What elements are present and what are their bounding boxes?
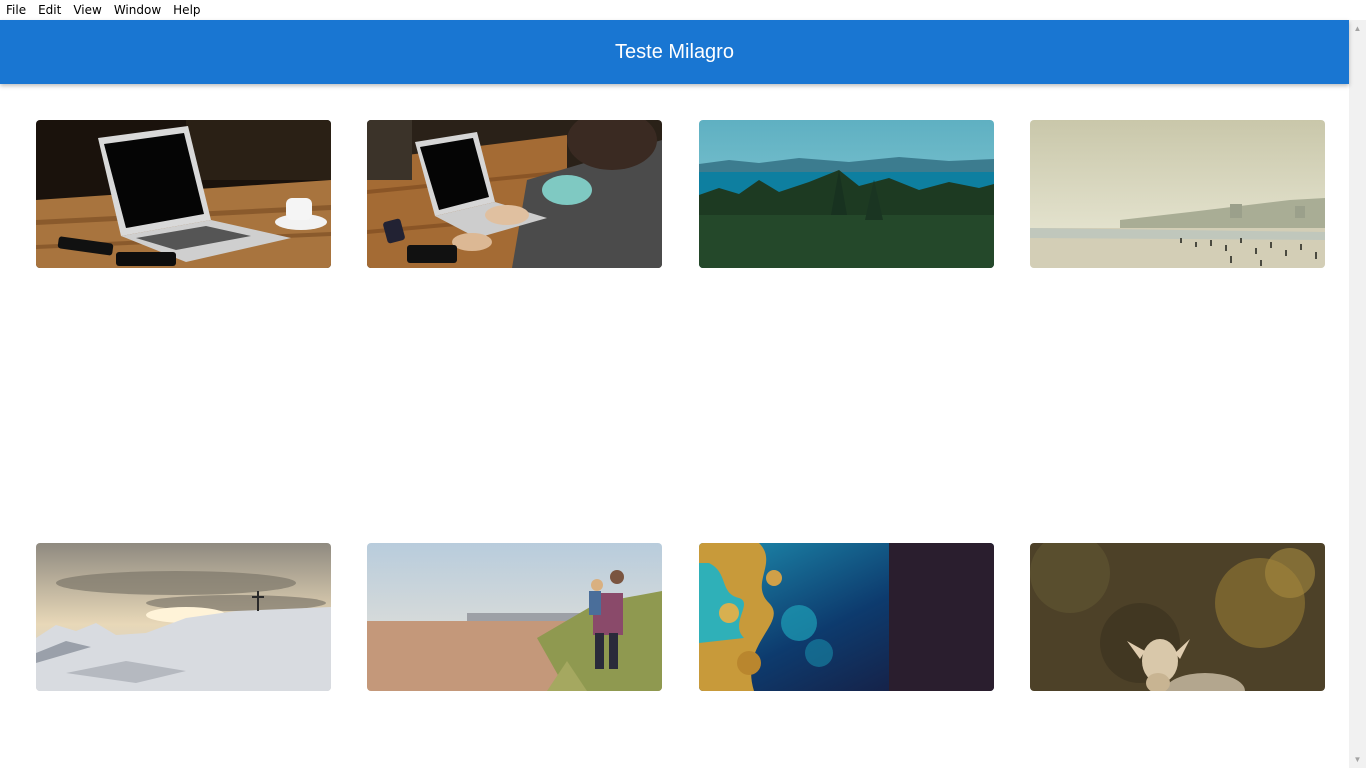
gallery-image-forest-sea[interactable]	[699, 120, 994, 268]
gallery-image-snowy-cross[interactable]	[36, 543, 331, 691]
gallery-image-hazy-beach[interactable]	[1030, 120, 1325, 268]
menu-view[interactable]: View	[67, 0, 107, 20]
fawn-image	[1030, 543, 1325, 691]
scroll-up-icon[interactable]: ▲	[1349, 20, 1366, 37]
person-laptop-image	[367, 120, 662, 268]
menu-file[interactable]: File	[0, 0, 32, 20]
menu-edit[interactable]: Edit	[32, 0, 67, 20]
page-title: Teste Milagro	[615, 40, 734, 63]
gallery-image-fawn[interactable]	[1030, 543, 1325, 691]
man-child-beach-image	[367, 543, 662, 691]
menu-window[interactable]: Window	[108, 0, 167, 20]
gallery-image-laptop-coffee[interactable]	[36, 120, 331, 268]
app-header: Teste Milagro	[0, 20, 1349, 84]
scroll-down-icon[interactable]: ▼	[1349, 751, 1366, 768]
vertical-scrollbar[interactable]: ▲ ▼	[1349, 20, 1366, 768]
snowy-cross-image	[36, 543, 331, 691]
menu-bar: File Edit View Window Help	[0, 0, 1366, 20]
hazy-beach-image	[1030, 120, 1325, 268]
laptop-coffee-image	[36, 120, 331, 268]
gallery-image-person-laptop[interactable]	[367, 120, 662, 268]
forest-sea-image	[699, 120, 994, 268]
gallery-image-ocean-satellite[interactable]	[699, 543, 994, 691]
gallery-image-man-child-beach[interactable]	[367, 543, 662, 691]
ocean-satellite-image	[699, 543, 994, 691]
menu-help[interactable]: Help	[167, 0, 206, 20]
